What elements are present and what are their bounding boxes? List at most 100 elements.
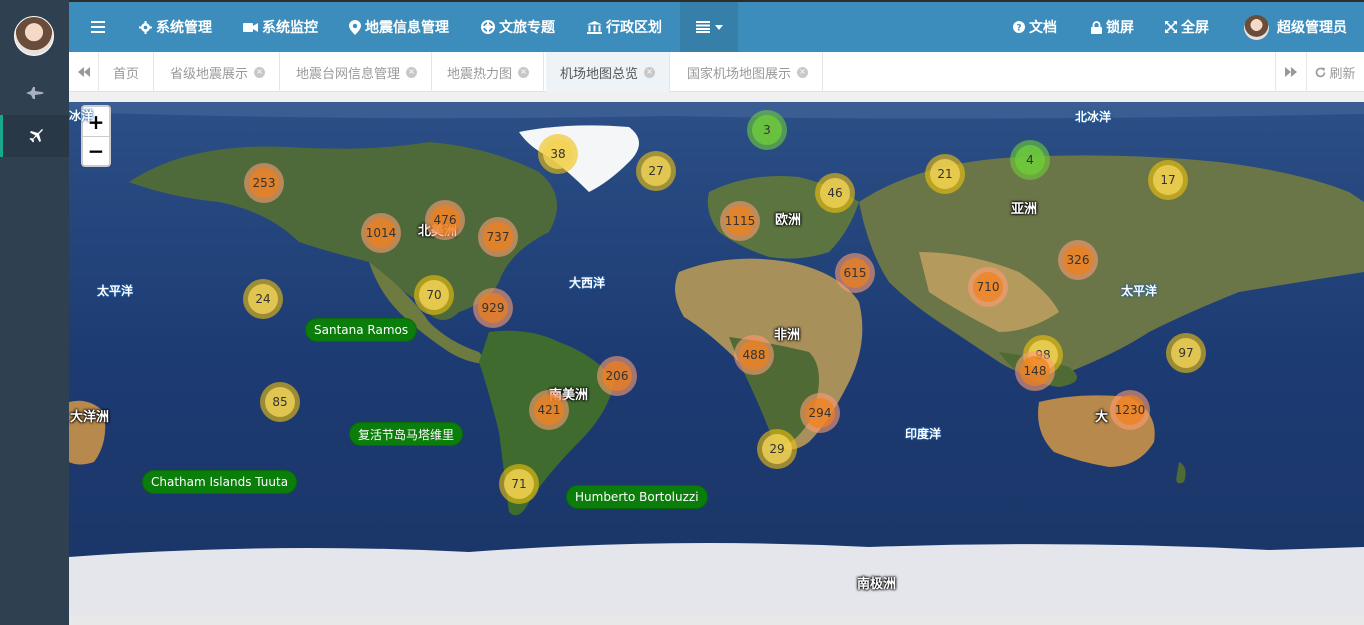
ocean-label: 北冰洋 bbox=[1075, 110, 1112, 124]
list-icon bbox=[695, 21, 710, 33]
refresh-button[interactable]: 刷新 bbox=[1306, 52, 1364, 92]
continent-label: 南极洲 bbox=[857, 577, 897, 592]
tab-scroll-right-button[interactable] bbox=[1275, 52, 1305, 92]
cluster-count: 46 bbox=[820, 178, 850, 208]
forward-icon bbox=[1284, 67, 1297, 77]
continent-label: 大洋洲 bbox=[70, 410, 110, 425]
gear-icon bbox=[139, 20, 152, 34]
tab-scroll-left-button[interactable] bbox=[69, 52, 99, 92]
marker-cluster[interactable]: 737 bbox=[478, 217, 518, 257]
marker-cluster[interactable]: 1230 bbox=[1110, 390, 1150, 430]
question-circle-icon: ? bbox=[1013, 21, 1025, 33]
cluster-count: 476 bbox=[430, 205, 460, 235]
sidebar-toggle-button[interactable] bbox=[91, 2, 105, 52]
marker-cluster[interactable]: 3 bbox=[747, 110, 787, 150]
cluster-count: 27 bbox=[641, 156, 671, 186]
plane-icon bbox=[29, 129, 43, 143]
menu-system-monitor-label: 系统监控 bbox=[262, 20, 318, 36]
marker-cluster[interactable]: 70 bbox=[414, 275, 454, 315]
menu-fullscreen[interactable]: 全屏 bbox=[1165, 2, 1209, 52]
bars-icon bbox=[91, 21, 105, 33]
marker-cluster[interactable]: 29 bbox=[757, 429, 797, 469]
menu-system-monitor[interactable]: 系统监控 bbox=[243, 2, 318, 52]
ocean-label: 太平洋 bbox=[1121, 284, 1158, 298]
refresh-icon bbox=[1316, 67, 1326, 77]
bank-icon bbox=[587, 20, 602, 34]
menu-earthquake-info[interactable]: 地震信息管理 bbox=[349, 2, 449, 52]
world-map[interactable]: + − 冰洋 北冰洋 太平洋 大西洋 太平洋 印度洋 北美洲 欧洲 亚洲 非洲 … bbox=[69, 102, 1364, 615]
zoom-out-button[interactable]: − bbox=[83, 136, 109, 165]
menu-administrative-division-label: 行政区划 bbox=[606, 20, 662, 36]
menu-culture-tourism[interactable]: 文旅专题 bbox=[481, 2, 555, 52]
close-icon[interactable]: × bbox=[644, 66, 656, 78]
marker-cluster[interactable]: 17 bbox=[1148, 160, 1188, 200]
marker-cluster[interactable]: 294 bbox=[800, 393, 840, 433]
tab-home[interactable]: 首页 bbox=[99, 52, 155, 92]
cluster-count: 24 bbox=[248, 284, 278, 314]
marker-cluster[interactable]: 710 bbox=[968, 267, 1008, 307]
menu-lock-screen[interactable]: 锁屏 bbox=[1091, 2, 1134, 52]
tab-airport-map-overview[interactable]: 机场地图总览 × bbox=[546, 52, 671, 92]
marker-cluster[interactable]: 85 bbox=[260, 382, 300, 422]
cluster-count: 615 bbox=[840, 258, 870, 288]
marker-cluster[interactable]: 929 bbox=[473, 288, 513, 328]
tab-national-airport-map[interactable]: 国家机场地图展示 × bbox=[673, 52, 824, 92]
sidebar-item-fighter-jet[interactable] bbox=[0, 72, 69, 114]
tab-label: 机场地图总览 bbox=[560, 66, 639, 82]
user-menu[interactable]: 超级管理员 bbox=[1244, 2, 1347, 52]
menu-more-dropdown[interactable] bbox=[680, 2, 738, 52]
marker-cluster[interactable]: 1115 bbox=[720, 201, 760, 241]
backward-icon bbox=[77, 67, 90, 77]
airport-label[interactable]: Humberto Bortoluzzi bbox=[566, 485, 708, 509]
close-icon[interactable]: × bbox=[406, 66, 418, 78]
marker-cluster[interactable]: 38 bbox=[538, 134, 578, 174]
tab-seismic-network[interactable]: 地震台网信息管理 × bbox=[282, 52, 433, 92]
life-ring-icon bbox=[481, 20, 495, 34]
airport-label[interactable]: 复活节岛马塔维里 bbox=[349, 422, 464, 446]
marker-cluster[interactable]: 206 bbox=[597, 356, 637, 396]
marker-cluster[interactable]: 4 bbox=[1010, 140, 1050, 180]
map-pin-icon bbox=[349, 19, 361, 35]
marker-cluster[interactable]: 253 bbox=[244, 163, 284, 203]
menu-administrative-division[interactable]: 行政区划 bbox=[587, 2, 662, 52]
cluster-count: 21 bbox=[930, 159, 960, 189]
cluster-count: 4 bbox=[1015, 145, 1045, 175]
marker-cluster[interactable]: 71 bbox=[499, 464, 539, 504]
airport-label[interactable]: Santana Ramos bbox=[305, 318, 418, 342]
marker-cluster[interactable]: 148 bbox=[1015, 351, 1055, 391]
cluster-count: 326 bbox=[1063, 245, 1093, 275]
airport-label[interactable]: Chatham Islands Tuuta bbox=[142, 470, 298, 494]
marker-cluster[interactable]: 1014 bbox=[361, 213, 401, 253]
marker-cluster[interactable]: 27 bbox=[636, 151, 676, 191]
marker-cluster[interactable]: 476 bbox=[425, 200, 465, 240]
cluster-count: 17 bbox=[1153, 165, 1183, 195]
cluster-count: 71 bbox=[504, 469, 534, 499]
close-icon[interactable]: × bbox=[797, 66, 809, 78]
marker-cluster[interactable]: 326 bbox=[1058, 240, 1098, 280]
menu-docs[interactable]: ? 文档 bbox=[1013, 2, 1057, 52]
marker-cluster[interactable]: 21 bbox=[925, 154, 965, 194]
close-icon[interactable]: × bbox=[254, 66, 266, 78]
marker-cluster[interactable]: 97 bbox=[1166, 333, 1206, 373]
menu-system-management[interactable]: 系统管理 bbox=[139, 2, 212, 52]
cluster-count: 3 bbox=[752, 115, 782, 145]
marker-cluster[interactable]: 24 bbox=[243, 279, 283, 319]
menu-earthquake-info-label: 地震信息管理 bbox=[365, 20, 449, 36]
close-icon[interactable]: × bbox=[518, 66, 530, 78]
tab-provincial-earthquake[interactable]: 省级地震展示 × bbox=[156, 52, 281, 92]
user-avatar bbox=[1244, 14, 1269, 40]
cluster-count: 206 bbox=[602, 361, 632, 391]
marker-cluster[interactable]: 615 bbox=[835, 253, 875, 293]
cluster-count: 70 bbox=[419, 280, 449, 310]
marker-cluster[interactable]: 46 bbox=[815, 173, 855, 213]
continent-label: 非洲 bbox=[774, 328, 801, 343]
cluster-count: 1014 bbox=[366, 218, 396, 248]
sidebar-item-plane[interactable] bbox=[0, 115, 69, 157]
tab-earthquake-heatmap[interactable]: 地震热力图 × bbox=[433, 52, 545, 92]
marker-cluster[interactable]: 488 bbox=[734, 335, 774, 375]
svg-text:?: ? bbox=[1016, 24, 1021, 34]
marker-cluster[interactable]: 421 bbox=[529, 390, 569, 430]
menu-docs-label: 文档 bbox=[1029, 20, 1057, 36]
sidebar-user-avatar[interactable] bbox=[14, 16, 54, 56]
cluster-count: 421 bbox=[534, 395, 564, 425]
